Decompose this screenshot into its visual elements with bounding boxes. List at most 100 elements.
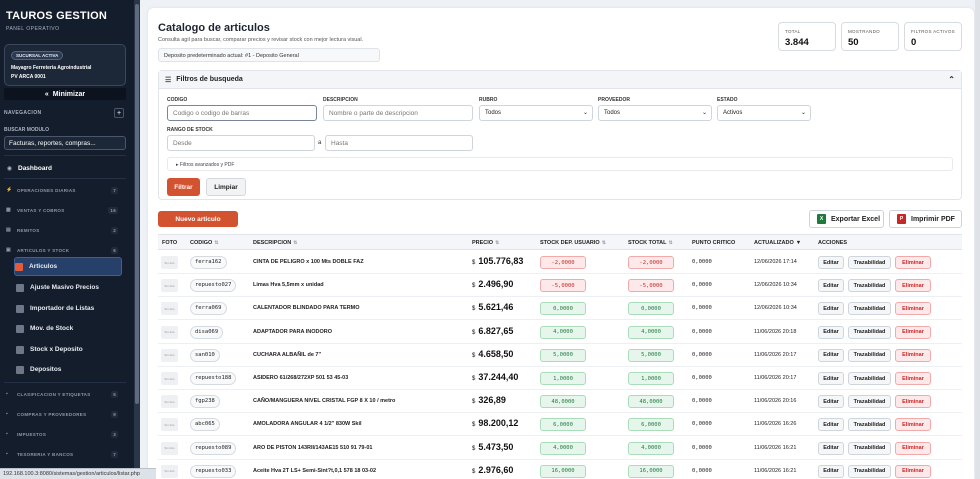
delete-button[interactable]: Eliminar	[895, 279, 931, 293]
export-excel-button[interactable]: X Exportar Excel	[809, 210, 884, 228]
delete-button[interactable]: Eliminar	[895, 348, 931, 362]
edit-button[interactable]: Editar	[818, 348, 844, 362]
edit-button[interactable]: Editar	[818, 464, 844, 478]
table-row[interactable]: Sin foto ferra162 CINTA DE PELIGRO x 100 M…	[158, 251, 962, 274]
table-row[interactable]: Sin foto abc065 AMOLADORA ANGULAR 4 1/2" 8…	[158, 413, 962, 437]
brand-subtitle: PANEL OPERATIVO	[6, 26, 60, 32]
trace-button[interactable]: Trazabilidad	[848, 441, 891, 455]
active-branch-card[interactable]: SUCURSAL ACTIVA Mayagro Ferreteria Agroi…	[4, 44, 126, 86]
nav-section-tesoreria[interactable]: ▪ TESORERIA Y BANCOS 7	[6, 448, 124, 460]
stock-desde-input[interactable]: Desde	[167, 135, 315, 151]
trace-button[interactable]: Trazabilidad	[848, 418, 891, 432]
nav-section-operaciones[interactable]: ⚡ OPERACIONES DIARIAS 7	[6, 184, 124, 196]
trace-button[interactable]: Trazabilidad	[848, 302, 891, 316]
proveedor-select[interactable]: Todos ⌄	[598, 105, 712, 121]
new-article-button[interactable]: Nuevo articulo	[158, 211, 238, 227]
filter-icon: ☰	[165, 76, 172, 84]
trace-button[interactable]: Trazabilidad	[848, 348, 891, 362]
table-row[interactable]: Sin foto ferra069 CALENTADOR BLINDADO PARA…	[158, 297, 962, 321]
trace-button[interactable]: Trazabilidad	[848, 279, 891, 293]
rubro-select[interactable]: Todos ⌄	[479, 105, 593, 121]
table-row[interactable]: Sin foto repuesto027 Limas Hva 5,5mm x uni…	[158, 274, 962, 298]
nav-section-compras[interactable]: ▪ COMPRAS Y PROVEEDORES 9	[6, 408, 124, 420]
trace-button[interactable]: Trazabilidad	[848, 256, 891, 269]
edit-button[interactable]: Editar	[818, 395, 844, 409]
module-search-input[interactable]: Facturas, reportes, compras...	[4, 136, 126, 150]
trace-button[interactable]: Trazabilidad	[848, 372, 891, 385]
stock-dep-badge: 16,0000	[540, 464, 586, 478]
edit-button[interactable]: Editar	[818, 418, 844, 432]
trace-button[interactable]: Trazabilidad	[848, 395, 891, 409]
sidebar-item-articulos[interactable]: Articulos	[14, 257, 122, 276]
nav-section-label: ARTICULOS Y STOCK	[17, 247, 70, 253]
nav-section-ventas[interactable]: ▦ VENTAS Y COBROS 16	[6, 204, 124, 216]
sidebar-item-stock-deposito[interactable]: Stock x Deposito	[16, 341, 124, 358]
table-row[interactable]: Sin foto fgp238 CAÑO/MANGUERA NIVEL CRISTA…	[158, 390, 962, 414]
updated-at: 11/06/2026 20:18	[754, 328, 797, 335]
nav-add-button[interactable]: +	[114, 108, 124, 118]
sidebar-item-importador[interactable]: Importador de Listas	[16, 300, 124, 317]
nav-section-articulos[interactable]: ▣ ARTICULOS Y STOCK 6	[6, 244, 124, 256]
edit-button[interactable]: Editar	[818, 279, 844, 293]
nav-item-dashboard[interactable]: ◉ Dashboard	[6, 162, 124, 174]
stat-label: MOSTRANDO	[848, 29, 880, 34]
nav-section-impuestos[interactable]: ▪ IMPUESTOS 3	[6, 428, 124, 440]
delete-button[interactable]: Eliminar	[895, 325, 931, 339]
col-actualizado[interactable]: ACTUALIZADO ▼	[754, 240, 801, 246]
print-pdf-button[interactable]: P Imprimir PDF	[889, 210, 962, 228]
edit-button[interactable]: Editar	[818, 441, 844, 455]
sidebar-item-depositos[interactable]: Depositos	[16, 361, 124, 378]
delete-button[interactable]: Eliminar	[895, 418, 931, 432]
table-row[interactable]: Sin foto repuesto033 Aceite Hva 2T LS+ Sem…	[158, 460, 962, 479]
col-stock-dep[interactable]: STOCK DEP. USUARIO ⇅	[540, 240, 606, 246]
delete-button[interactable]: Eliminar	[895, 302, 931, 316]
trace-button[interactable]: Trazabilidad	[848, 325, 891, 339]
table-row[interactable]: Sin foto san010 CUCHARA ALBAÑIL de 7" $4.65…	[158, 344, 962, 367]
codigo-input[interactable]: Codigo o codigo de barras	[167, 105, 317, 121]
photo-placeholder: Sin foto	[161, 372, 178, 385]
filters-header[interactable]: ☰ Filtros de busqueda ⌃	[159, 71, 961, 89]
article-description: CAÑO/MANGUERA NIVEL CRISTAL FGP 8 X 10 /…	[253, 398, 396, 405]
main-content: Catalogo de articulos Consulta agil para…	[148, 8, 974, 479]
delete-button[interactable]: Eliminar	[895, 441, 931, 455]
price-value: 5.473,50	[478, 441, 514, 452]
delete-button[interactable]: Eliminar	[895, 256, 931, 269]
export-excel-label: Exportar Excel	[831, 215, 881, 223]
table-row[interactable]: Sin foto disa069 ADAPTADOR PARA INODORO $6.…	[158, 321, 962, 344]
table-row[interactable]: Sin foto repuesto089 ARO DE PISTON 143RII/…	[158, 437, 962, 460]
col-precio[interactable]: PRECIO ⇅	[472, 240, 499, 246]
delete-button[interactable]: Eliminar	[895, 464, 931, 478]
sidebar-scrollbar[interactable]	[134, 0, 140, 479]
nav-section-clasificacion[interactable]: ▪ CLASIFICACION Y ETIQUETAS 5	[6, 388, 124, 400]
price-value: 5.621,46	[478, 302, 514, 313]
estado-select[interactable]: Activos ⌄	[717, 105, 811, 121]
table-row[interactable]: Sin foto repuesto188 ASIDERO 61/268/272XP …	[158, 367, 962, 390]
trace-button[interactable]: Trazabilidad	[848, 464, 891, 478]
sidebar-item-mov-stock[interactable]: Mov. de Stock	[16, 320, 124, 337]
advanced-filters-toggle[interactable]: ▸ Filtros avanzados y PDF	[167, 157, 953, 171]
col-descripcion[interactable]: DESCRIPCION ⇅	[253, 240, 297, 246]
range-separator: a	[318, 140, 322, 146]
edit-button[interactable]: Editar	[818, 256, 844, 269]
clear-button[interactable]: Limpiar	[206, 178, 246, 196]
delete-button[interactable]: Eliminar	[895, 372, 931, 385]
sidebar-item-ajuste-precios[interactable]: Ajuste Masivo Precios	[16, 279, 124, 296]
stock-hasta-input[interactable]: Hasta	[325, 135, 473, 151]
delete-button[interactable]: Eliminar	[895, 395, 931, 409]
scrollbar-thumb[interactable]	[135, 4, 139, 404]
sort-icon: ⇅	[495, 240, 500, 246]
edit-button[interactable]: Editar	[818, 372, 844, 385]
col-codigo[interactable]: CODIGO ⇅	[190, 240, 219, 246]
filter-button[interactable]: Filtrar	[167, 178, 200, 196]
stock-dep-badge: 5,0000	[540, 348, 586, 362]
edit-button[interactable]: Editar	[818, 325, 844, 339]
photo-placeholder: Sin foto	[161, 348, 178, 362]
descripcion-input[interactable]: Nombre o parte de descripcion	[323, 105, 473, 121]
stock-dep-badge: -2,0000	[540, 256, 586, 269]
col-stock-total[interactable]: STOCK TOTAL ⇅	[628, 240, 673, 246]
edit-button[interactable]: Editar	[818, 302, 844, 316]
chevron-up-icon[interactable]: ⌃	[948, 75, 955, 84]
minimize-button[interactable]: « Minimizar	[4, 88, 126, 100]
nav-section-remitos[interactable]: ▤ REMITOS 2	[6, 224, 124, 236]
stat-total: TOTAL 3.844	[778, 22, 836, 51]
